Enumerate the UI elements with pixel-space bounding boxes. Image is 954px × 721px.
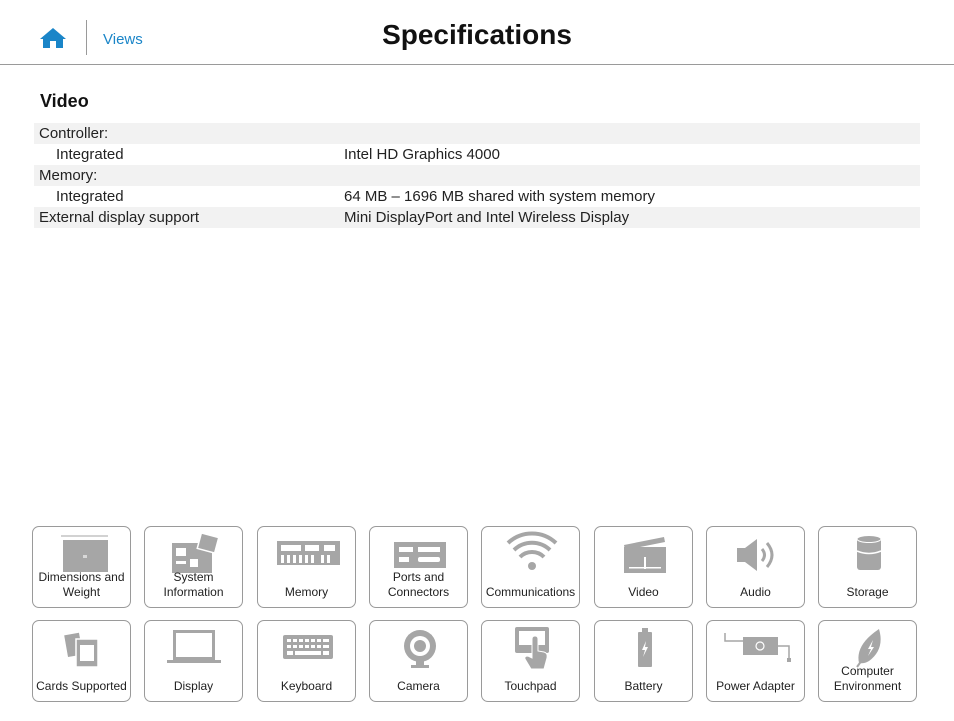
speaker-icon: [737, 539, 774, 571]
tile-label: Video: [628, 585, 659, 599]
tile-battery[interactable]: Battery: [594, 620, 693, 702]
tile-label: Memory: [284, 585, 329, 599]
tile-label: Computer Environment: [833, 664, 902, 693]
tile-label: Audio: [740, 585, 771, 599]
tile-label: Camera: [397, 679, 440, 693]
tile-label: Dimensions and Weight: [38, 570, 125, 599]
tile-label: Touchpad: [504, 679, 557, 693]
tile-dimensions-and-weight[interactable]: Dimensions and Weight: [32, 526, 131, 608]
tile-label: Communications: [485, 585, 576, 599]
wifi-icon: [506, 531, 558, 570]
tile-communications[interactable]: Communications: [481, 526, 580, 608]
header-bar: Views Specifications: [0, 0, 954, 65]
tile-label: Power Adapter: [716, 679, 795, 693]
spec-table: Controller: Integrated Intel HD Graphics…: [34, 123, 920, 228]
tile-label: Battery: [624, 679, 663, 693]
tile-label: Keyboard: [280, 679, 333, 693]
tile-label: Ports and Connectors: [387, 570, 450, 599]
spec-value: Intel HD Graphics 4000: [344, 146, 500, 163]
webcam-icon: [404, 630, 436, 668]
tile-power-adapter[interactable]: Power Adapter: [706, 620, 805, 702]
tile-touchpad[interactable]: Touchpad: [481, 620, 580, 702]
tile-display[interactable]: Display: [144, 620, 243, 702]
memory-module-icon: [277, 541, 340, 565]
tile-system-information[interactable]: System Information: [144, 526, 243, 608]
spec-row: External display support Mini DisplayPor…: [34, 207, 920, 228]
spec-value: 64 MB – 1696 MB shared with system memor…: [344, 188, 655, 205]
tile-cards-supported[interactable]: Cards Supported: [32, 620, 131, 702]
spec-row: Integrated 64 MB – 1696 MB shared with s…: [34, 186, 920, 207]
memory-cards-icon: [64, 632, 99, 668]
tile-camera[interactable]: Camera: [369, 620, 468, 702]
tile-label: System Information: [163, 570, 224, 599]
clapperboard-icon: [624, 537, 666, 573]
monitor-icon: [167, 630, 221, 663]
tile-keyboard[interactable]: Keyboard: [257, 620, 356, 702]
battery-icon: [638, 628, 652, 667]
touchpad-icon: [515, 627, 549, 670]
tile-storage[interactable]: Storage: [818, 526, 917, 608]
tile-label: Storage: [846, 585, 889, 599]
section-title: Video: [40, 91, 89, 111]
spec-row: Memory:: [34, 165, 920, 186]
spec-label: Integrated: [56, 146, 124, 163]
spec-row: Integrated Intel HD Graphics 4000: [34, 144, 920, 165]
power-adapter-icon: [724, 633, 791, 662]
tile-video[interactable]: Video: [594, 526, 693, 608]
tile-label: Display: [173, 679, 214, 693]
spec-label: Memory:: [39, 167, 98, 184]
spec-label: External display support: [39, 209, 200, 226]
page-title: Specifications: [382, 19, 572, 50]
spec-label: Integrated: [56, 188, 124, 205]
tile-label: Cards Supported: [36, 679, 127, 693]
tile-computer-environment[interactable]: Computer Environment: [818, 620, 917, 702]
spec-label: Controller:: [39, 125, 109, 142]
keyboard-icon: [283, 635, 333, 659]
tile-audio[interactable]: Audio: [706, 526, 805, 608]
storage-cylinder-icon: [856, 535, 882, 570]
spec-value: Mini DisplayPort and Intel Wireless Disp…: [344, 209, 630, 226]
tile-memory[interactable]: Memory: [257, 526, 356, 608]
spec-row: Controller:: [34, 123, 920, 144]
tile-ports-and-connectors[interactable]: Ports and Connectors: [369, 526, 468, 608]
